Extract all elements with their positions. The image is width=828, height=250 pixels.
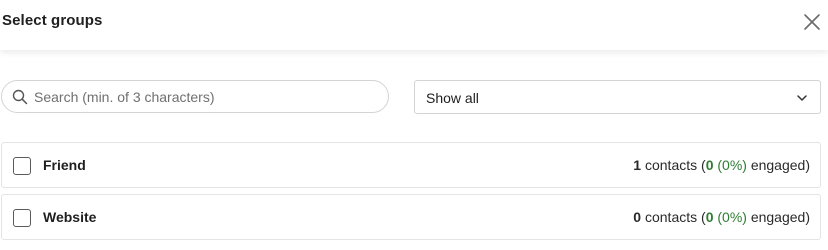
group-row-friend[interactable]: Friend 1 contacts (0 (0%) engaged) xyxy=(1,142,821,188)
group-stats: 0 contacts (0 (0%) engaged) xyxy=(633,209,810,225)
dialog-header: Select groups xyxy=(0,0,828,50)
group-checkbox-friend[interactable] xyxy=(13,157,31,175)
contact-count: 1 xyxy=(633,157,642,173)
group-row-website[interactable]: Website 0 contacts (0 (0%) engaged) xyxy=(1,194,821,240)
dialog-title: Select groups xyxy=(2,12,103,29)
engaged-label: engaged) xyxy=(746,209,810,225)
engaged-percent: (0%) xyxy=(713,209,747,225)
group-name: Friend xyxy=(43,157,86,173)
filter-selected-value: Show all xyxy=(426,90,479,106)
group-stats: 1 contacts (0 (0%) engaged) xyxy=(633,157,810,173)
search-input[interactable] xyxy=(34,81,374,112)
close-button[interactable] xyxy=(802,12,822,32)
select-groups-dialog: Select groups Show all Friend 1 contacts… xyxy=(0,0,828,250)
close-icon xyxy=(804,14,820,30)
search-box[interactable] xyxy=(1,80,389,113)
chevron-down-icon xyxy=(797,95,807,101)
group-checkbox-website[interactable] xyxy=(13,209,31,227)
search-icon xyxy=(12,89,28,105)
contacts-label: contacts ( xyxy=(641,209,706,225)
contact-count: 0 xyxy=(633,209,642,225)
group-name: Website xyxy=(43,209,97,225)
engaged-percent: (0%) xyxy=(713,157,747,173)
filter-select[interactable]: Show all xyxy=(414,80,821,114)
engaged-label: engaged) xyxy=(746,157,810,173)
contacts-label: contacts ( xyxy=(641,157,706,173)
